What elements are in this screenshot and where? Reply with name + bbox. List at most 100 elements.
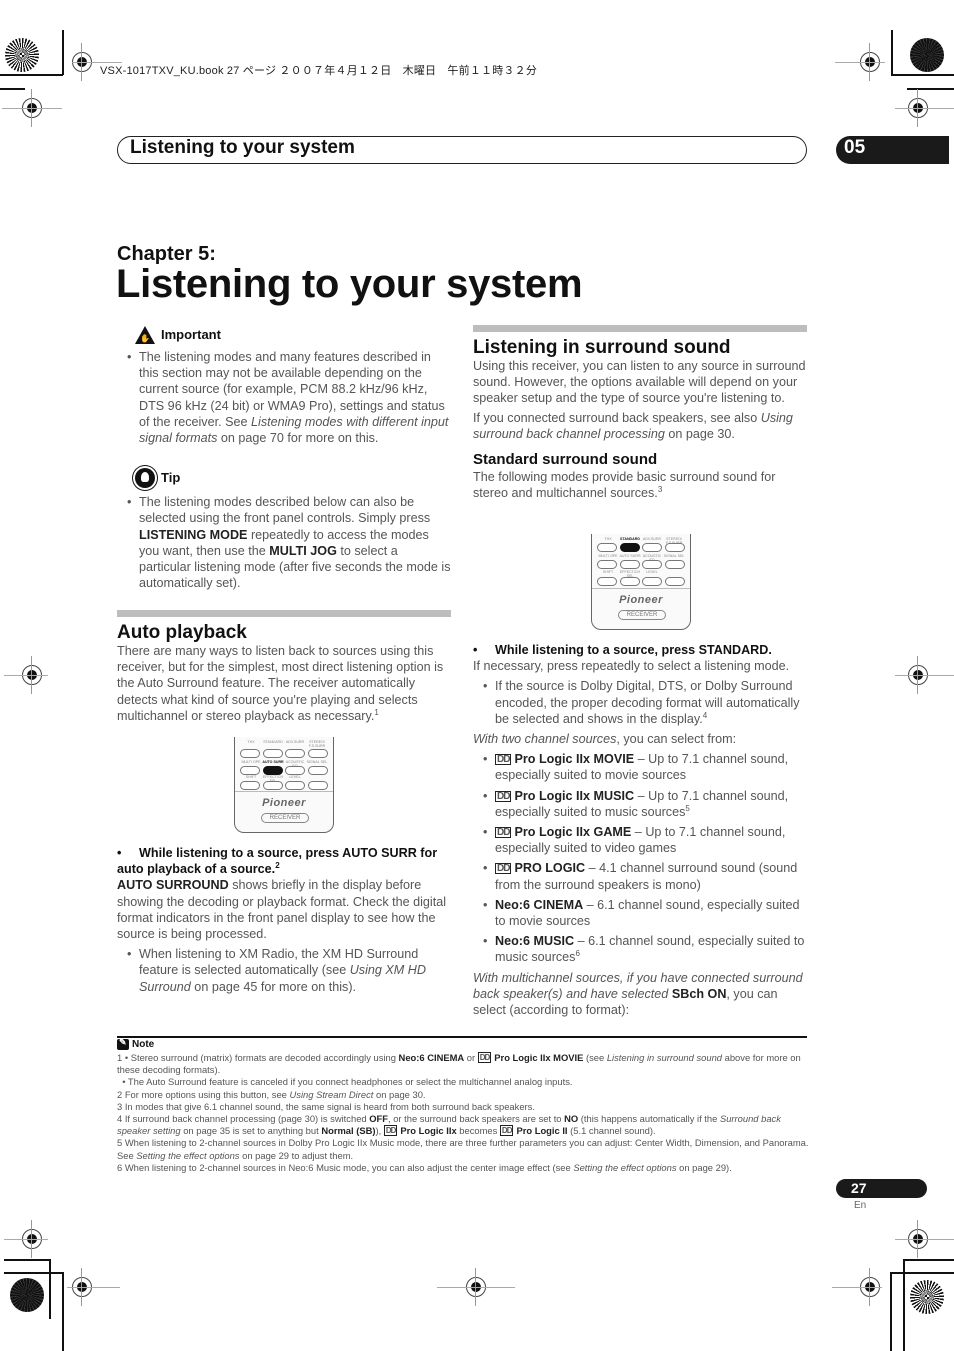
remote-button-level-minus [642,577,663,586]
paragraph: The following modes provide basic surrou… [473,469,807,501]
cross-reference-link[interactable]: Listening in surround sound [607,1052,722,1063]
cross-reference-link[interactable]: Using Stream Direct [290,1089,374,1100]
crop-mark [835,62,885,63]
remote-button-acoustic-eq [285,766,306,775]
cross-reference-link[interactable]: Setting the effect options [573,1162,676,1173]
listening-mode-item: DDPro Logic IIx MOVIE – Up to 7.1 channe… [473,751,807,783]
mode-name: Pro Logic IIx MUSIC [514,788,635,803]
list-item: When listening to XM Radio, the XM HD Su… [117,946,451,995]
footnotes: 1 • Stereo surround (matrix) formats are… [117,1052,809,1174]
sub-list: When listening to XM Radio, the XM HD Su… [117,946,451,995]
remote-button-shift [597,577,617,586]
footnote-ref[interactable]: 3 [658,485,662,494]
crop-mark [437,1287,515,1288]
sub-list: If the source is Dolby Digital, DTS, or … [473,678,807,727]
footnote: 6 When listening to 2-channel sources in… [117,1162,809,1174]
remote-button-level-plus [664,577,685,586]
remote-control-illustration: THX STANDARD ADV.SURR STEREO/ F.S.SURR M… [234,737,334,833]
page-language: En [854,1200,867,1211]
crop-mark [895,108,954,109]
listening-modes-list: DDPro Logic IIx MOVIE – Up to 7.1 channe… [473,751,807,965]
running-header-title: Listening to your system [130,137,355,158]
footnote-ref[interactable]: 2 [275,861,279,870]
emphasis: Normal (SB) [321,1125,376,1137]
paragraph: AUTO SURROUND shows briefly in the displ… [117,877,451,942]
remote-button-stereo [664,543,685,552]
crop-mark [890,1272,892,1351]
dolby-logo-icon: DD [495,790,512,802]
remote-button-level-minus [285,781,306,790]
dolby-logo-icon: DD [383,1125,398,1137]
auto-playback-instructions: • While listening to a source, press AUTO… [117,845,451,999]
remote-label: ADV.SURR [285,740,305,744]
crop-mark [4,1259,50,1261]
text: 4 If surround back channel processing (p… [117,1113,370,1125]
remote-button-multi-ope [240,766,260,775]
text: on page 29 to adjust them. [239,1149,354,1161]
cross-reference-link[interactable]: Setting the effect options [136,1150,239,1161]
dolby-logo-icon: DD [499,1125,514,1137]
text: 6 When listening to 2-channel sources in… [117,1161,574,1173]
remote-button-stereo [307,749,328,758]
footnote-ref[interactable]: 6 [575,949,579,958]
color-target-top-right [910,38,944,72]
remote-button-shift [240,781,260,790]
text: With two channel sources [473,732,617,747]
section-divider [473,325,807,332]
crop-mark [891,74,954,76]
crop-mark [891,1272,954,1274]
crop-mark [0,74,63,76]
button-name: MULTI JOG [269,543,337,558]
emphasis: Pro Logic II [516,1125,568,1137]
button-name: LISTENING MODE [139,527,248,542]
tip-callout: Tip [117,468,451,489]
left-column: Important The listening modes and many f… [117,326,451,595]
mode-name: Pro Logic IIx MOVIE [514,752,635,767]
footnote-ref[interactable]: 1 [374,708,378,717]
text: There are many ways to listen back to so… [117,644,444,723]
crop-mark [2,108,62,109]
paragraph: If you connected surround back speakers,… [473,410,807,442]
text: • The Auto Surround feature is canceled … [117,1076,573,1088]
divider [592,588,690,589]
surround-section: Listening in surround sound Using this r… [473,325,807,504]
important-list: The listening modes and many features de… [117,349,451,446]
footnote: 1 • Stereo surround (matrix) formats are… [117,1052,809,1076]
subsection-title: Standard surround sound [473,451,658,469]
receiver-label: RECEIVER [618,610,666,620]
text: 2 For more options using this button, se… [117,1088,290,1100]
remote-button-standard [619,543,640,552]
remote-control-illustration: THX STANDARD ADV.SURR STEREO/ F.S.SURR M… [591,534,691,630]
remote-button-signal-sel [307,766,328,775]
listening-mode-item: Neo:6 CINEMA – 6.1 channel sound, especi… [473,897,807,929]
color-target-bottom-right [910,1280,944,1314]
text: 3 In modes that give 6.1 channel sound, … [117,1100,535,1112]
emphasis: Pro Logic IIx MOVIE [494,1052,584,1063]
receiver-label: RECEIVER [261,813,309,823]
text: , or the surround back speakers are set … [387,1113,565,1125]
text: While listening to a source, press STAND… [495,643,772,657]
warning-hand-icon [135,326,155,347]
page-number-tab [836,1179,927,1198]
remote-button-effect [262,781,283,790]
tip-heading: Tip [135,468,451,489]
footnote-ref[interactable]: 4 [703,711,707,720]
footnote-ref[interactable]: 5 [685,804,689,813]
remote-button-effect [619,577,640,586]
brand-logo: Pioneer [619,594,663,606]
page-title: Listening to your system [116,262,583,306]
color-target-top-left [5,38,39,72]
emphasis: OFF [369,1113,388,1125]
setting-name: SBch ON [671,986,727,1001]
remote-label: THX [247,740,255,744]
tip-label: Tip [161,470,181,486]
mode-name: PRO LOGIC [514,861,586,876]
section-title: Auto playback [117,622,247,643]
crop-mark [4,1272,63,1274]
listening-mode-item: DDPro Logic IIx GAME – Up to 7.1 channel… [473,824,807,856]
crop-mark [67,1287,120,1288]
list-item: The listening modes and many features de… [117,349,451,446]
mode-name: Neo:6 MUSIC [495,934,575,949]
paragraph: With multichannel sources, if you have c… [473,970,807,1019]
display-name: AUTO SURROUND [117,878,229,893]
